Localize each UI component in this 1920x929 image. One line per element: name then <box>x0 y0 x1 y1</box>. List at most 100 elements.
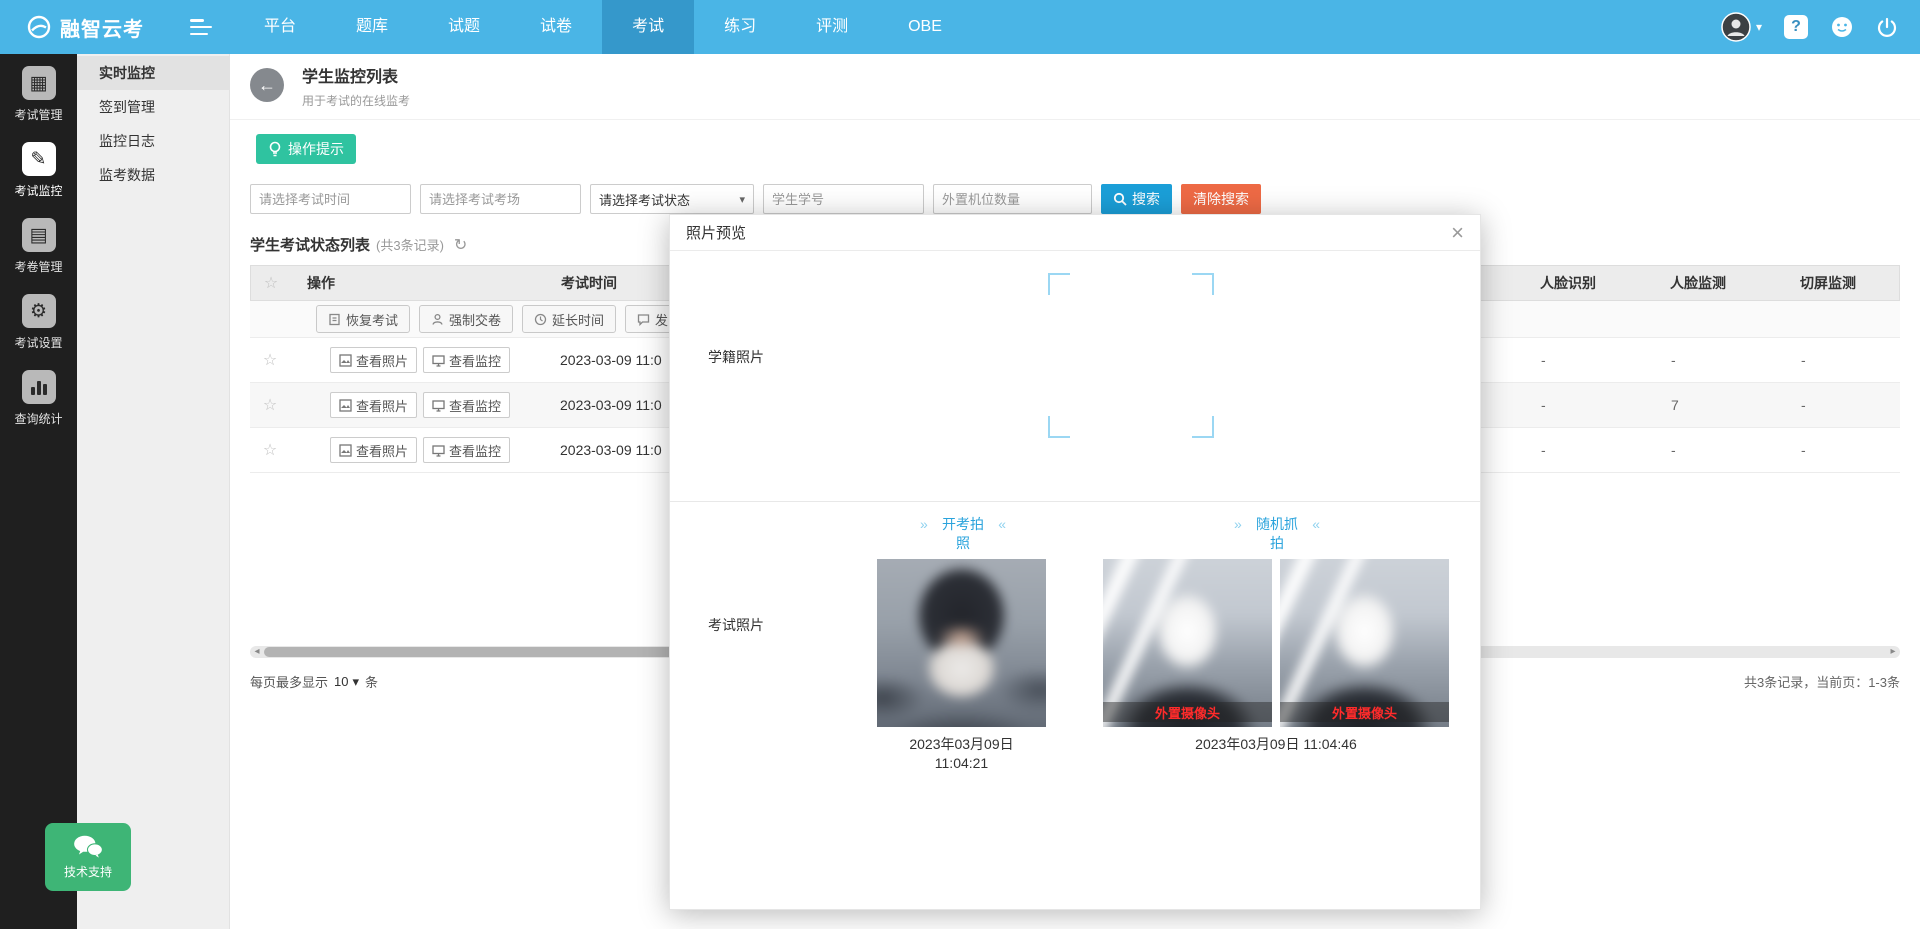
monitor-icon <box>432 444 445 457</box>
deco-arrow-right: « <box>1312 515 1320 534</box>
page-subtitle: 用于考试的在线监考 <box>302 92 410 109</box>
scroll-right-icon[interactable]: ▸ <box>1886 646 1900 658</box>
extend-time-button[interactable]: 延长时间 <box>522 305 616 333</box>
clear-search-button[interactable]: 清除搜索 <box>1181 184 1261 214</box>
app-window: 融智云考 平台 题库 试题 试卷 考试 练习 评测 OBE ▾ ? <box>0 0 1920 929</box>
column-header-action: 操作 <box>291 273 551 293</box>
external-camera-watermark: 外置摄像头 <box>1103 702 1272 722</box>
operation-tips-button[interactable]: 操作提示 <box>256 134 356 164</box>
random-capture-photo[interactable]: 外置摄像头 <box>1280 559 1449 727</box>
filter-bar: 请选择考试状态 ▾ 搜索 清除搜索 <box>250 184 1920 214</box>
pagination-summary: 共3条记录，当前页：1-3条 <box>1744 672 1900 691</box>
lightbulb-icon <box>268 141 282 157</box>
chevron-down-icon: ▾ <box>1756 20 1762 34</box>
menu-toggle-icon[interactable] <box>190 19 212 35</box>
photo-preview-modal: 照片预览 × 学籍照片 考试照片 »开考拍照« »随机抓拍« 外置摄像头 外置摄… <box>669 214 1481 910</box>
external-camera-count-input[interactable] <box>933 184 1092 214</box>
page-title: 学生监控列表 <box>302 68 410 88</box>
photo-icon <box>339 399 352 412</box>
close-icon[interactable]: × <box>1451 222 1464 244</box>
star-icon[interactable]: ☆ <box>251 273 291 293</box>
scroll-left-icon[interactable]: ◂ <box>250 646 264 658</box>
page-header: ← 学生监控列表 用于考试的在线监考 <box>230 54 1920 120</box>
help-icon[interactable]: ? <box>1784 15 1808 39</box>
view-photos-button[interactable]: 查看照片 <box>330 392 417 418</box>
submenu-item-realtime-monitor[interactable]: 实时监控 <box>77 56 229 90</box>
nav-item-evaluation[interactable]: 评测 <box>786 0 878 54</box>
modal-titlebar: 照片预览 × <box>670 215 1480 251</box>
sidebar-item-exam-management[interactable]: ▦ 考试管理 <box>0 54 77 130</box>
photo-timestamp: 2023年03月09日 11:04:21 <box>877 735 1046 773</box>
student-id-input[interactable] <box>763 184 924 214</box>
view-monitor-button[interactable]: 查看监控 <box>423 392 510 418</box>
statistics-chart-icon <box>22 370 56 404</box>
exam-management-icon: ▦ <box>22 66 56 100</box>
sidebar-item-exam-monitoring[interactable]: ✎ 考试监控 <box>0 130 77 206</box>
scrollbar-thumb[interactable] <box>264 647 694 657</box>
view-photos-button[interactable]: 查看照片 <box>330 437 417 463</box>
random-capture-title: »随机抓拍« <box>1252 515 1302 553</box>
nav-item-platform[interactable]: 平台 <box>234 0 326 54</box>
submenu-item-checkin[interactable]: 签到管理 <box>77 90 229 124</box>
monitor-icon <box>432 399 445 412</box>
star-icon[interactable]: ☆ <box>250 440 290 460</box>
column-header-face-monitor: 人脸监测 <box>1654 273 1784 293</box>
webcam-photo-person-mask <box>877 559 1046 727</box>
deco-arrow-left: » <box>920 515 928 534</box>
sidebar-item-statistics[interactable]: 查询统计 <box>0 358 77 434</box>
enrollment-photo-label: 学籍照片 <box>708 347 764 367</box>
random-capture-photo[interactable]: 外置摄像头 <box>1103 559 1272 727</box>
view-monitor-button[interactable]: 查看监控 <box>423 437 510 463</box>
submenu-item-monitor-log[interactable]: 监控日志 <box>77 124 229 158</box>
star-icon[interactable]: ☆ <box>250 350 290 370</box>
nav-item-practice[interactable]: 练习 <box>694 0 786 54</box>
back-button[interactable]: ← <box>250 68 284 102</box>
record-count: (共3条记录) <box>376 235 444 254</box>
photo-icon <box>339 354 352 367</box>
search-icon <box>1113 192 1127 206</box>
exam-time-input[interactable] <box>250 184 411 214</box>
logout-power-icon[interactable] <box>1876 16 1898 38</box>
refresh-icon[interactable]: ↻ <box>454 235 467 255</box>
nav-item-questions[interactable]: 试题 <box>418 0 510 54</box>
exam-room-input[interactable] <box>420 184 581 214</box>
face-id-cell: - <box>1525 352 1655 368</box>
nav-item-obe[interactable]: OBE <box>878 0 972 54</box>
modal-divider <box>670 501 1480 502</box>
exam-start-photo[interactable] <box>877 559 1046 727</box>
main-sidebar: ▦ 考试管理 ✎ 考试监控 ▤ 考卷管理 ⚙ 考试设置 查询统计 <box>0 54 77 929</box>
table-title: 学生考试状态列表 <box>250 234 370 255</box>
exam-status-select[interactable]: 请选择考试状态 ▾ <box>590 184 754 214</box>
face-monitor-cell: - <box>1655 442 1785 458</box>
resume-exam-button[interactable]: 恢复考试 <box>316 305 410 333</box>
photo-icon <box>339 444 352 457</box>
primary-nav: 平台 题库 试题 试卷 考试 练习 评测 OBE <box>234 0 972 54</box>
paper-management-icon: ▤ <box>22 218 56 252</box>
nav-item-papers[interactable]: 试卷 <box>510 0 602 54</box>
view-photos-button[interactable]: 查看照片 <box>330 347 417 373</box>
sidebar-item-exam-settings[interactable]: ⚙ 考试设置 <box>0 282 77 358</box>
nav-item-question-bank[interactable]: 题库 <box>326 0 418 54</box>
chevron-down-icon: ▾ <box>739 193 745 206</box>
screen-monitor-cell: - <box>1785 352 1900 368</box>
exam-monitoring-icon: ✎ <box>22 142 56 176</box>
user-menu[interactable]: ▾ <box>1721 12 1762 42</box>
column-header-face-id: 人脸识别 <box>1524 273 1654 293</box>
exam-photo-label: 考试照片 <box>708 615 764 635</box>
brand[interactable]: 融智云考 <box>26 13 144 42</box>
star-icon[interactable]: ☆ <box>250 395 290 415</box>
service-icon[interactable] <box>1830 15 1854 39</box>
screen-monitor-cell: - <box>1785 442 1900 458</box>
monitor-submenu: 实时监控 签到管理 监控日志 监考数据 <box>77 54 230 929</box>
sidebar-item-paper-management[interactable]: ▤ 考卷管理 <box>0 206 77 282</box>
tech-support-button[interactable]: 技术支持 <box>45 823 131 891</box>
force-submit-button[interactable]: 强制交卷 <box>419 305 513 333</box>
submenu-item-proctor-data[interactable]: 监考数据 <box>77 158 229 192</box>
clock-icon <box>534 313 547 326</box>
search-button[interactable]: 搜索 <box>1101 184 1172 214</box>
enrollment-photo-placeholder <box>1048 273 1214 438</box>
page-size-select[interactable]: 10 ▾ <box>334 674 359 690</box>
screen-monitor-cell: - <box>1785 397 1900 413</box>
nav-item-exam[interactable]: 考试 <box>602 0 694 54</box>
view-monitor-button[interactable]: 查看监控 <box>423 347 510 373</box>
